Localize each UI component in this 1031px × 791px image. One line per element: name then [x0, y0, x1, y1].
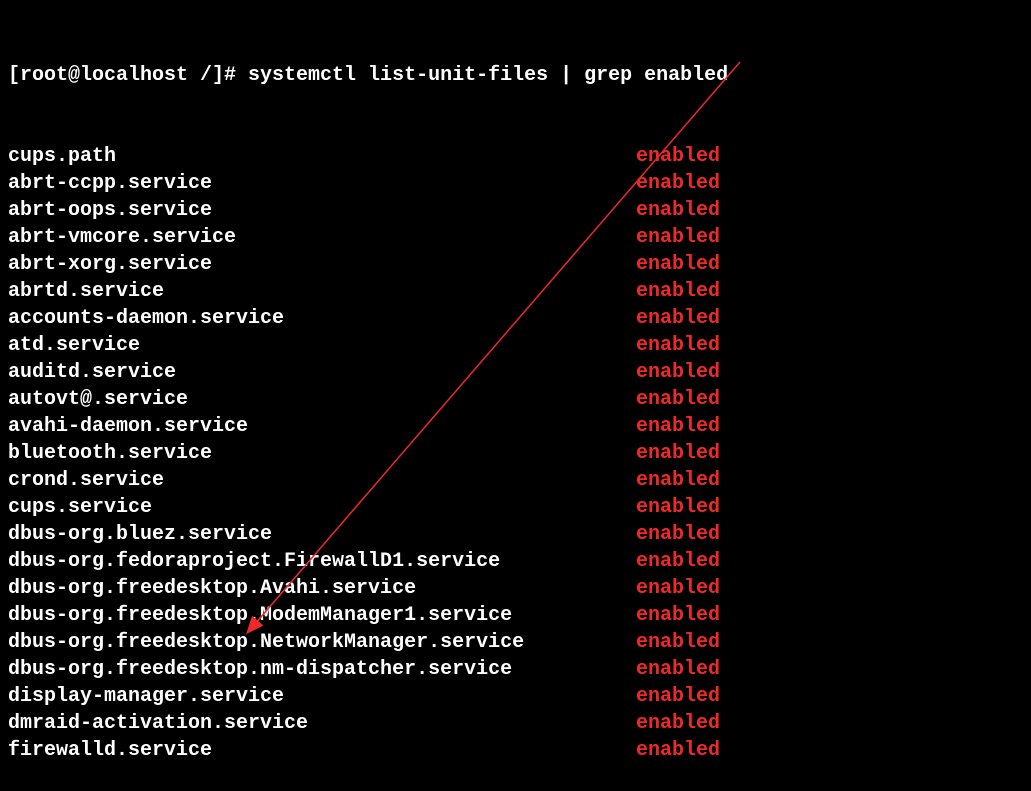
unit-row: firewalld.serviceenabled: [8, 737, 1023, 764]
command-prompt: [root@localhost /]# systemctl list-unit-…: [8, 62, 1023, 89]
unit-status: enabled: [636, 521, 720, 548]
unit-row: bluetooth.serviceenabled: [8, 440, 1023, 467]
unit-row: abrt-xorg.serviceenabled: [8, 251, 1023, 278]
unit-name: abrt-oops.service: [8, 197, 636, 224]
unit-row: abrtd.serviceenabled: [8, 278, 1023, 305]
unit-row: dbus-org.bluez.serviceenabled: [8, 521, 1023, 548]
unit-row: dbus-org.fedoraproject.FirewallD1.servic…: [8, 548, 1023, 575]
unit-row: dmraid-activation.serviceenabled: [8, 710, 1023, 737]
terminal-output: [root@localhost /]# systemctl list-unit-…: [8, 8, 1023, 791]
unit-name: cups.path: [8, 143, 636, 170]
unit-status: enabled: [636, 656, 720, 683]
unit-name: dbus-org.freedesktop.nm-dispatcher.servi…: [8, 656, 636, 683]
unit-name: crond.service: [8, 467, 636, 494]
unit-row: dbus-org.freedesktop.NetworkManager.serv…: [8, 629, 1023, 656]
unit-row: dbus-org.freedesktop.ModemManager1.servi…: [8, 602, 1023, 629]
unit-row: dbus-org.freedesktop.Avahi.serviceenable…: [8, 575, 1023, 602]
unit-status: enabled: [636, 710, 720, 737]
unit-status: enabled: [636, 332, 720, 359]
unit-status: enabled: [636, 602, 720, 629]
unit-row: abrt-oops.serviceenabled: [8, 197, 1023, 224]
unit-status: enabled: [636, 143, 720, 170]
unit-row: abrt-ccpp.serviceenabled: [8, 170, 1023, 197]
unit-name: dbus-org.fedoraproject.FirewallD1.servic…: [8, 548, 636, 575]
unit-row: cups.serviceenabled: [8, 494, 1023, 521]
unit-name: avahi-daemon.service: [8, 413, 636, 440]
unit-row: autovt@.serviceenabled: [8, 386, 1023, 413]
unit-row: dbus-org.freedesktop.nm-dispatcher.servi…: [8, 656, 1023, 683]
unit-status: enabled: [636, 197, 720, 224]
unit-status: enabled: [636, 737, 720, 764]
unit-name: abrt-xorg.service: [8, 251, 636, 278]
unit-status: enabled: [636, 278, 720, 305]
unit-name: cups.service: [8, 494, 636, 521]
unit-status: enabled: [636, 170, 720, 197]
unit-name: auditd.service: [8, 359, 636, 386]
unit-row: abrt-vmcore.serviceenabled: [8, 224, 1023, 251]
unit-name: display-manager.service: [8, 683, 636, 710]
unit-status: enabled: [636, 629, 720, 656]
unit-row: auditd.serviceenabled: [8, 359, 1023, 386]
unit-name: bluetooth.service: [8, 440, 636, 467]
unit-file-list: cups.pathenabledabrt-ccpp.serviceenabled…: [8, 143, 1023, 764]
unit-name: accounts-daemon.service: [8, 305, 636, 332]
unit-status: enabled: [636, 683, 720, 710]
unit-status: enabled: [636, 494, 720, 521]
unit-name: atd.service: [8, 332, 636, 359]
unit-name: dbus-org.freedesktop.Avahi.service: [8, 575, 636, 602]
unit-name: dbus-org.freedesktop.NetworkManager.serv…: [8, 629, 636, 656]
unit-name: autovt@.service: [8, 386, 636, 413]
unit-name: dbus-org.freedesktop.ModemManager1.servi…: [8, 602, 636, 629]
unit-name: abrtd.service: [8, 278, 636, 305]
unit-name: dbus-org.bluez.service: [8, 521, 636, 548]
unit-status: enabled: [636, 440, 720, 467]
unit-name: abrt-vmcore.service: [8, 224, 636, 251]
unit-row: cups.pathenabled: [8, 143, 1023, 170]
unit-row: crond.serviceenabled: [8, 467, 1023, 494]
unit-status: enabled: [636, 305, 720, 332]
unit-row: accounts-daemon.serviceenabled: [8, 305, 1023, 332]
unit-status: enabled: [636, 224, 720, 251]
unit-row: avahi-daemon.serviceenabled: [8, 413, 1023, 440]
unit-row: atd.serviceenabled: [8, 332, 1023, 359]
unit-status: enabled: [636, 548, 720, 575]
unit-status: enabled: [636, 251, 720, 278]
unit-status: enabled: [636, 467, 720, 494]
unit-status: enabled: [636, 359, 720, 386]
unit-status: enabled: [636, 413, 720, 440]
unit-status: enabled: [636, 386, 720, 413]
unit-name: abrt-ccpp.service: [8, 170, 636, 197]
unit-name: dmraid-activation.service: [8, 710, 636, 737]
unit-name: firewalld.service: [8, 737, 636, 764]
unit-status: enabled: [636, 575, 720, 602]
unit-row: display-manager.serviceenabled: [8, 683, 1023, 710]
